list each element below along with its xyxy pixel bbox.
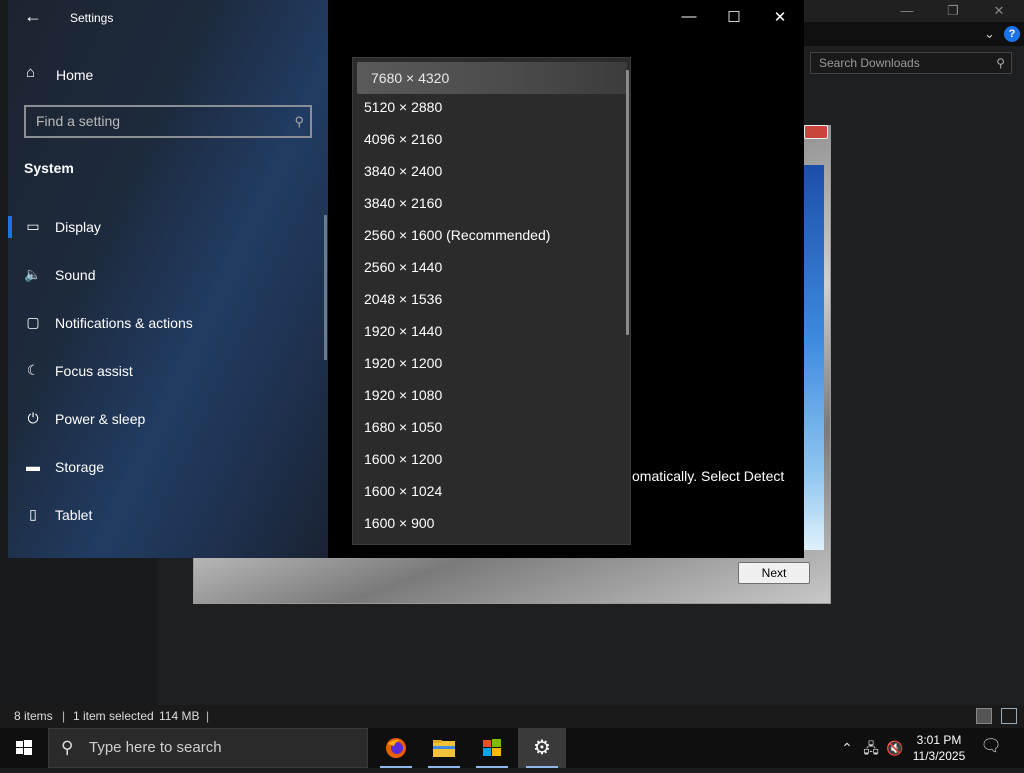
- tablet-icon: ▯: [29, 506, 37, 522]
- resolution-option[interactable]: 1600 × 900: [353, 507, 625, 539]
- storage-icon: ▬: [26, 458, 40, 474]
- sidebar-item-label: Notifications & actions: [55, 315, 193, 331]
- resolution-option[interactable]: 1600 × 1200: [353, 443, 625, 475]
- settings-title: Settings: [70, 11, 114, 25]
- power-icon: ⏻: [27, 410, 39, 426]
- help-icon[interactable]: ?: [1004, 26, 1020, 42]
- resolution-option[interactable]: 5120 × 2880: [353, 91, 625, 123]
- resolution-option[interactable]: 1600 × 1024: [353, 475, 625, 507]
- network-icon[interactable]: 🖧: [860, 728, 882, 768]
- sidebar-item-label: Display: [55, 219, 101, 235]
- status-selected-count: 1 item selected: [73, 709, 154, 723]
- notification-icon: ▢: [26, 314, 40, 330]
- resolution-dropdown-list[interactable]: 7680 × 4320 5120 × 2880 4096 × 2160 3840…: [352, 57, 631, 545]
- status-separator: |: [206, 709, 210, 723]
- resolution-option-recommended[interactable]: 2560 × 1600 (Recommended): [353, 219, 625, 251]
- taskbar-windows-setup[interactable]: [468, 728, 516, 768]
- sidebar-item-focus-assist[interactable]: ☾ Focus assist: [8, 354, 328, 388]
- settings-close-button[interactable]: ✕: [766, 8, 794, 28]
- home-nav-item[interactable]: ⌂ Home: [8, 62, 328, 88]
- nav-scrollbar[interactable]: [324, 215, 327, 360]
- wizard-side-banner: [804, 165, 824, 550]
- find-setting-input[interactable]: Find a setting ⚲: [24, 105, 312, 138]
- resolution-option[interactable]: 4096 × 2160: [353, 123, 625, 155]
- status-selected-size: 114 MB: [159, 709, 200, 723]
- tray-overflow-chevron-icon[interactable]: ⌃: [838, 728, 856, 768]
- moon-icon: ☾: [26, 362, 40, 378]
- sidebar-item-sound[interactable]: 🔈 Sound: [8, 258, 328, 292]
- status-item-count: 8 items: [14, 709, 53, 723]
- resolution-option[interactable]: 3840 × 2160: [353, 187, 625, 219]
- dropdown-scrollbar[interactable]: [626, 70, 629, 335]
- clock-date: 11/3/2025: [912, 749, 966, 763]
- sidebar-item-tablet[interactable]: ▯ Tablet: [8, 498, 328, 532]
- settings-gear-icon: ⚙: [533, 737, 551, 759]
- action-center-icon[interactable]: 🗨: [980, 736, 1002, 758]
- back-arrow-icon[interactable]: ←: [24, 6, 42, 27]
- resolution-option[interactable]: 1920 × 1080: [353, 379, 625, 411]
- sidebar-item-label: Focus assist: [55, 363, 133, 379]
- clock-time: 3:01 PM: [916, 733, 962, 747]
- search-icon: ⚲: [294, 114, 304, 129]
- resolution-option[interactable]: 1680 × 1050: [353, 411, 625, 443]
- settings-maximize-button[interactable]: ☐: [720, 8, 748, 28]
- resolution-option[interactable]: 2048 × 1536: [353, 283, 625, 315]
- explorer-search-placeholder: Search Downloads: [819, 56, 920, 70]
- taskbar: ⚲ Type here to search ⚙ ⌃ 🖧 🔇 3:01 PM 11…: [0, 728, 1024, 768]
- ribbon-expand-chevron-icon[interactable]: ⌄: [984, 26, 995, 42]
- large-icons-view-icon[interactable]: [1001, 708, 1017, 724]
- resolution-option[interactable]: 1920 × 1440: [353, 315, 625, 347]
- explorer-ribbon: ⌄ ?: [804, 22, 1024, 46]
- explorer-status-bar: 8 items | 1 item selected 114 MB |: [0, 705, 1024, 728]
- file-explorer-icon: [433, 740, 455, 757]
- details-view-icon[interactable]: [976, 708, 992, 724]
- volume-muted-icon[interactable]: 🔇: [884, 728, 906, 768]
- detect-display-text: omatically. Select Detect: [632, 468, 785, 484]
- search-icon: ⚲: [996, 56, 1005, 70]
- taskbar-firefox[interactable]: [372, 728, 420, 768]
- sidebar-item-notifications[interactable]: ▢ Notifications & actions: [8, 306, 328, 340]
- speaker-icon: 🔈: [24, 266, 42, 282]
- explorer-search-input[interactable]: Search Downloads ⚲: [810, 52, 1012, 74]
- taskbar-search-placeholder: Type here to search: [89, 739, 222, 756]
- settings-navigation-pane: ← Settings ⌂ Home Find a setting ⚲ Syste…: [8, 0, 328, 558]
- taskbar-clock[interactable]: 3:01 PM 11/3/2025: [904, 732, 974, 764]
- start-button[interactable]: [0, 728, 48, 768]
- home-icon: ⌂: [26, 64, 36, 81]
- windows-logo-icon: [16, 740, 32, 755]
- wizard-next-button[interactable]: Next: [738, 562, 810, 584]
- sidebar-item-label: Power & sleep: [55, 411, 146, 427]
- monitor-icon: ▭: [26, 218, 40, 234]
- windows-setup-icon: [483, 739, 501, 756]
- sidebar-item-label: Storage: [55, 459, 105, 475]
- home-label: Home: [56, 67, 94, 83]
- search-icon: ⚲: [61, 738, 74, 757]
- explorer-close-button[interactable]: ✕: [976, 0, 1022, 22]
- sidebar-item-storage[interactable]: ▬ Storage: [8, 450, 328, 484]
- resolution-option[interactable]: 3840 × 2400: [353, 155, 625, 187]
- sidebar-item-label: Tablet: [55, 507, 93, 523]
- resolution-option[interactable]: 1920 × 1200: [353, 347, 625, 379]
- taskbar-search-box[interactable]: ⚲ Type here to search: [48, 728, 368, 768]
- status-separator: |: [62, 709, 66, 723]
- explorer-restore-button[interactable]: ❐: [930, 0, 976, 22]
- resolution-option-selected[interactable]: 7680 × 4320: [357, 62, 627, 94]
- explorer-titlebar: — ❐ ✕: [804, 0, 1024, 22]
- taskbar-file-explorer[interactable]: [420, 728, 468, 768]
- explorer-minimize-button[interactable]: —: [884, 0, 930, 22]
- section-title: System: [24, 160, 74, 176]
- settings-minimize-button[interactable]: —: [675, 8, 703, 28]
- resolution-option[interactable]: 2560 × 1440: [353, 251, 625, 283]
- sidebar-item-label: Sound: [55, 267, 96, 283]
- taskbar-settings[interactable]: ⚙: [518, 728, 566, 768]
- wizard-close-button[interactable]: [804, 125, 828, 139]
- find-setting-placeholder: Find a setting: [36, 113, 121, 129]
- sidebar-item-display[interactable]: ▭ Display: [8, 210, 328, 244]
- firefox-icon: [386, 738, 406, 758]
- sidebar-item-power-sleep[interactable]: ⏻ Power & sleep: [8, 402, 328, 436]
